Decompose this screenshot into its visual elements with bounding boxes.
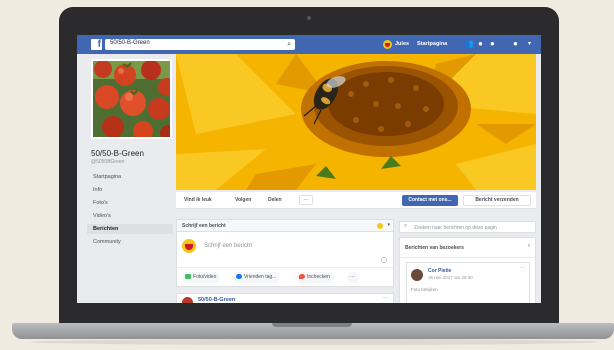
- view-photo-link[interactable]: Foto bekijken: [411, 287, 438, 292]
- visitor-post: Cor Pietie 16 mei 2017 om 20:30 ··· Foto…: [406, 262, 530, 303]
- facebook-logo-icon[interactable]: f: [91, 39, 102, 50]
- messages-icon[interactable]: ●: [478, 39, 483, 49]
- laptop-screen: f 50/50-B-Green ⌕ Jules Startpagina 👥 ● …: [77, 35, 541, 303]
- check-in-button[interactable]: Inchecken: [296, 272, 334, 283]
- sidebar-item-info[interactable]: Info: [87, 185, 173, 195]
- base-notch: [272, 323, 352, 327]
- tag-friends-label: Vrienden tag...: [244, 274, 277, 280]
- account-menu-chevron-icon[interactable]: ▾: [528, 39, 531, 49]
- emoji-icon[interactable]: [381, 257, 387, 263]
- help-icon[interactable]: ●: [513, 39, 518, 49]
- visitor-posts-card: Berichten van bezoekers › Cor Pietie 16 …: [399, 237, 536, 303]
- post-composer: Schrijf een bericht ▾ Schrijf een berich…: [176, 219, 394, 287]
- composer-actions: Foto/video Vrienden tag... Inchecken ···: [177, 267, 393, 287]
- composer-avatar: [182, 239, 196, 253]
- home-link[interactable]: Startpagina: [417, 41, 447, 47]
- page-title: 50/50-B-Green: [91, 149, 144, 158]
- tag-friends-button[interactable]: Vrienden tag...: [233, 272, 281, 283]
- notifications-icon[interactable]: ●: [490, 39, 495, 49]
- search-input[interactable]: 50/50-B-Green ⌕: [105, 39, 295, 50]
- more-composer-options-button[interactable]: ···: [347, 272, 359, 283]
- sidebar-item-posts[interactable]: Berichten: [87, 224, 173, 234]
- search-input-value: 50/50-B-Green: [110, 40, 150, 46]
- photo-video-button[interactable]: Foto/video: [182, 272, 221, 283]
- location-pin-icon: [299, 273, 305, 279]
- share-button[interactable]: Delen: [268, 197, 282, 203]
- send-message-button[interactable]: Bericht verzenden: [463, 195, 531, 206]
- user-avatar[interactable]: [383, 40, 392, 49]
- post-card: 50/50-B-Green ···: [176, 293, 394, 303]
- laptop-shadow: [30, 339, 600, 345]
- post-author-name[interactable]: 50/50-B-Green: [198, 297, 235, 303]
- tomatoes-image: [93, 61, 170, 137]
- composer-header: Schrijf een bericht ▾: [177, 220, 393, 232]
- visitor-name[interactable]: Cor Pietie: [428, 268, 451, 274]
- visitor-post-time[interactable]: 16 mei 2017 om 20:30: [428, 275, 473, 280]
- composer-input[interactable]: Schrijf een bericht: [204, 243, 252, 249]
- photo-icon: [185, 273, 191, 279]
- page-search-placeholder: Zoeken naar berichten op deze pagin: [414, 225, 497, 231]
- chevron-right-icon[interactable]: ›: [528, 243, 530, 249]
- divider: [400, 257, 535, 258]
- visitor-avatar[interactable]: [411, 269, 423, 281]
- page-action-bar: Vind ik leuk Volgen Delen ··· Contact me…: [176, 192, 536, 209]
- post-author-avatar[interactable]: [182, 297, 193, 303]
- post-as-avatar[interactable]: [377, 223, 383, 229]
- sidebar-item-photos[interactable]: Foto's: [87, 198, 173, 208]
- sunflower-bee-image: [176, 54, 536, 190]
- profile-link[interactable]: Jules: [395, 41, 409, 47]
- visitor-post-options-button[interactable]: ···: [520, 265, 525, 271]
- sidebar-item-videos[interactable]: Video's: [87, 211, 173, 221]
- like-page-button[interactable]: Vind ik leuk: [184, 197, 212, 203]
- search-icon[interactable]: ⌕: [287, 40, 291, 49]
- search-icon: ⌕: [404, 223, 408, 229]
- top-navigation-bar: f 50/50-B-Green ⌕ Jules Startpagina 👥 ● …: [77, 35, 541, 54]
- page-search-input[interactable]: ⌕ Zoeken naar berichten op deze pagin: [399, 221, 536, 233]
- photo-video-label: Foto/video: [193, 274, 217, 280]
- people-icon: [236, 273, 242, 279]
- visitor-posts-title[interactable]: Berichten van bezoekers: [405, 245, 464, 251]
- follow-button[interactable]: Volgen: [235, 197, 251, 203]
- more-options-button[interactable]: ···: [299, 195, 313, 205]
- friend-requests-icon[interactable]: 👥: [464, 39, 474, 49]
- contact-us-button[interactable]: Contact met ons...: [402, 195, 458, 206]
- left-sidebar: 50/50-B-Green @5050BGreen Startpagina In…: [77, 54, 176, 303]
- sidebar-item-community[interactable]: Community: [87, 237, 173, 247]
- webcam-dot: [307, 16, 311, 20]
- post-options-button[interactable]: ···: [382, 295, 388, 301]
- chevron-down-icon[interactable]: ▾: [387, 222, 390, 228]
- sidebar-item-home[interactable]: Startpagina: [87, 172, 173, 182]
- page-handle: @5050BGreen: [91, 159, 125, 165]
- composer-title[interactable]: Schrijf een bericht: [182, 223, 226, 229]
- cover-photo[interactable]: [176, 54, 536, 190]
- page-profile-picture[interactable]: [91, 59, 172, 139]
- laptop-base: [12, 323, 614, 339]
- check-in-label: Inchecken: [307, 274, 330, 280]
